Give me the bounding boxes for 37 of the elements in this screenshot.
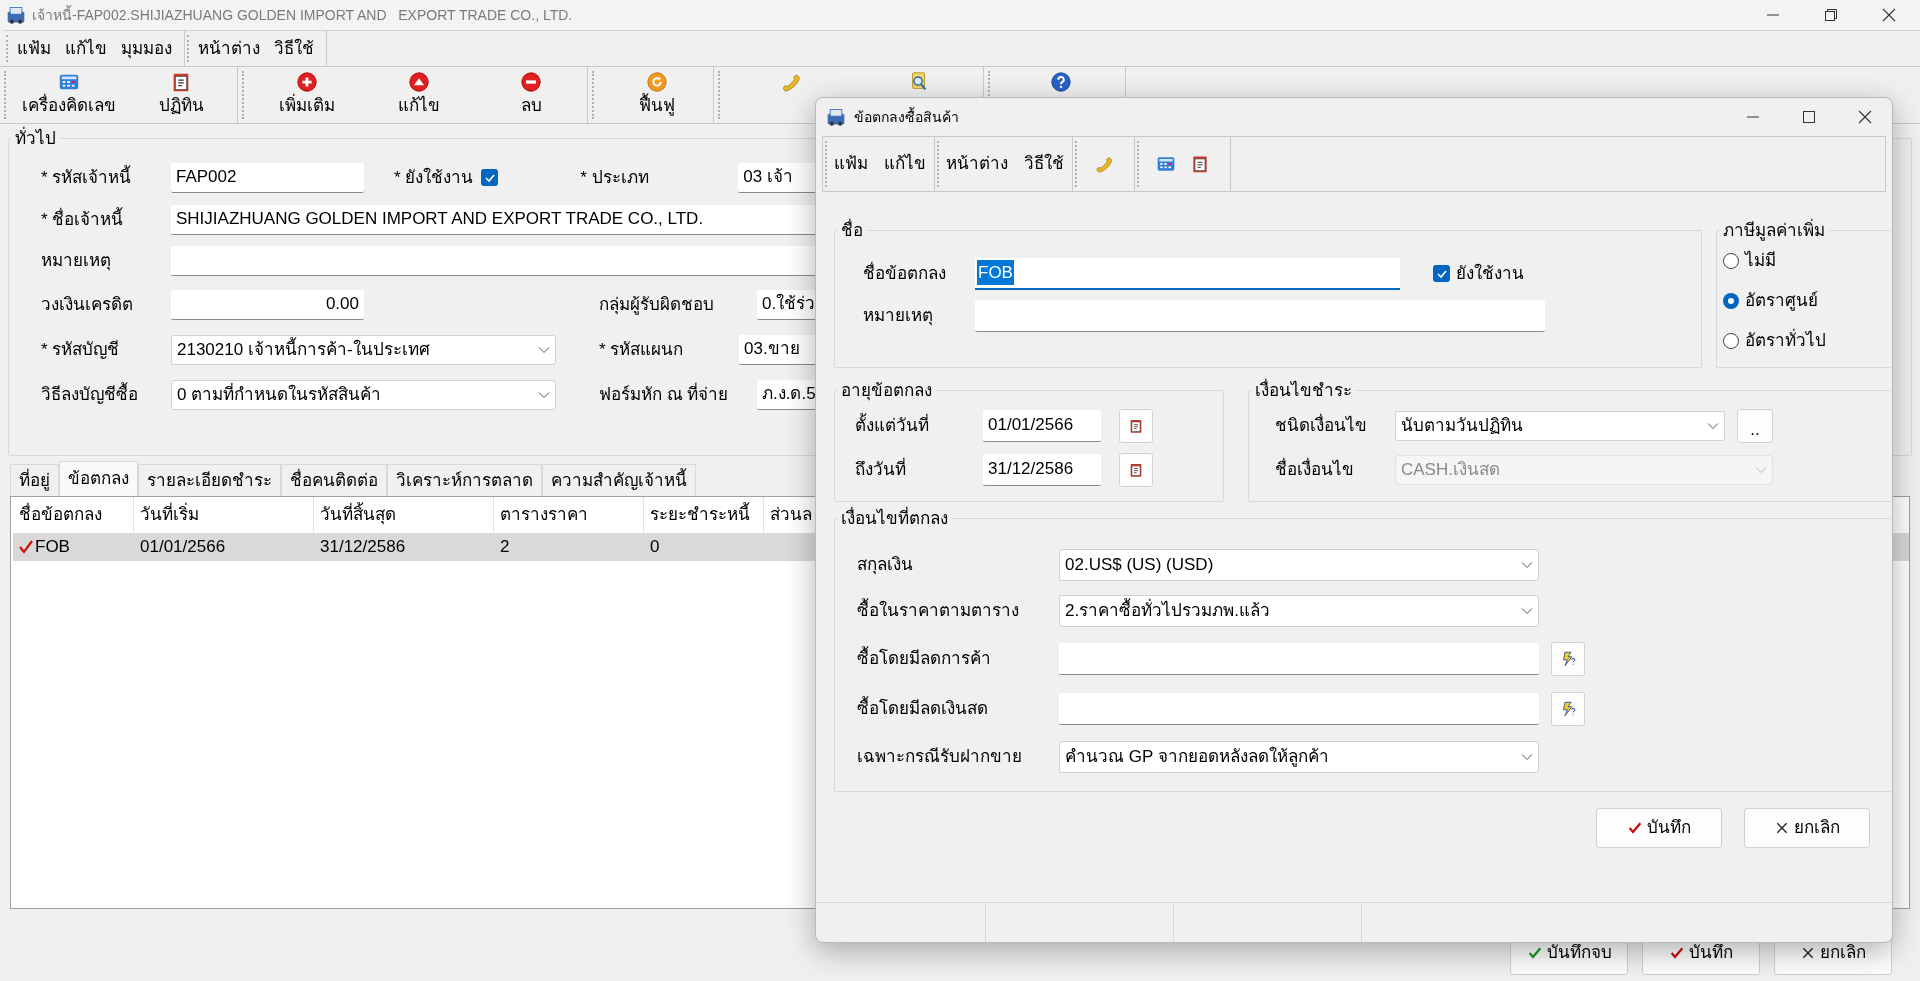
field-label: เฉพาะกรณีรับฝากขาย bbox=[857, 745, 1023, 768]
table-cell-text: FOB bbox=[35, 536, 70, 559]
table-cell-text: 2 bbox=[500, 536, 510, 559]
field-label: * รหัสเจ้าหนี้ bbox=[41, 164, 133, 189]
field-label: * รหัสบัญชี bbox=[41, 338, 121, 361]
field-label: ชื่อข้อตกลง bbox=[863, 260, 947, 285]
field-label: หมายเหตุ bbox=[863, 304, 934, 328]
field-label: ซื้อโดยมีลดเงินสด bbox=[857, 695, 989, 720]
table-cell-text: 31/12/2586 bbox=[320, 536, 406, 559]
field-label: อัตราทั่วไป bbox=[1745, 327, 1826, 352]
window-title: ข้อตกลงซื้อสินค้า bbox=[854, 106, 959, 127]
field-label: ยังใช้งาน bbox=[1456, 262, 1524, 285]
field-label: อัตราศูนย์ bbox=[1745, 289, 1818, 313]
field-label: หมายเหตุ bbox=[41, 249, 112, 273]
field-label: ซื้อในราคาตามตาราง bbox=[857, 597, 1020, 622]
field-label: กลุ่มผู้รับผิดชอบ bbox=[599, 293, 715, 317]
field-label: ซื้อโดยมีลดการค้า bbox=[857, 645, 992, 670]
field-label: ฟอร์มหัก ณ ที่จ่าย bbox=[599, 381, 730, 406]
field-label: * ชื่อเจ้าหนี้ bbox=[41, 206, 125, 231]
table-cell-text: 01/01/2566 bbox=[140, 536, 226, 559]
field-label: ชื่อเงื่อนไข bbox=[1275, 456, 1355, 481]
field-label: ถึงวันที่ bbox=[855, 456, 907, 481]
group-title: ทั่วไป bbox=[11, 126, 60, 152]
field-label: สกุลเงิน bbox=[857, 553, 914, 577]
window-title: เจ้าหนี้-FAP002.SHIJIAZHUANG GOLDEN IMPORT AND EXPORT TRADE CO., LTD. bbox=[32, 4, 573, 25]
field-label: * ประเภท bbox=[580, 166, 650, 189]
table-cell-text: 0 bbox=[650, 536, 660, 559]
field-label: ไม่มี bbox=[1745, 249, 1776, 272]
field-label: * ยังใช้งาน bbox=[394, 166, 474, 189]
field-label: ชนิดเงื่อนไข bbox=[1275, 412, 1368, 437]
group-title: เงื่อนไขชำระ bbox=[1251, 378, 1356, 404]
field-label: วิธีลงบัญชีซื้อ bbox=[41, 381, 139, 406]
field-label: ตั้งแต่วันที่ bbox=[855, 412, 930, 437]
field-label: * รหัสแผนก bbox=[599, 338, 685, 361]
group-title: ภาษีมูลค่าเพิ่ม bbox=[1719, 218, 1829, 244]
field-label: วงเงินเครดิต bbox=[41, 293, 134, 316]
group-title: อายุข้อตกลง bbox=[840, 380, 933, 403]
